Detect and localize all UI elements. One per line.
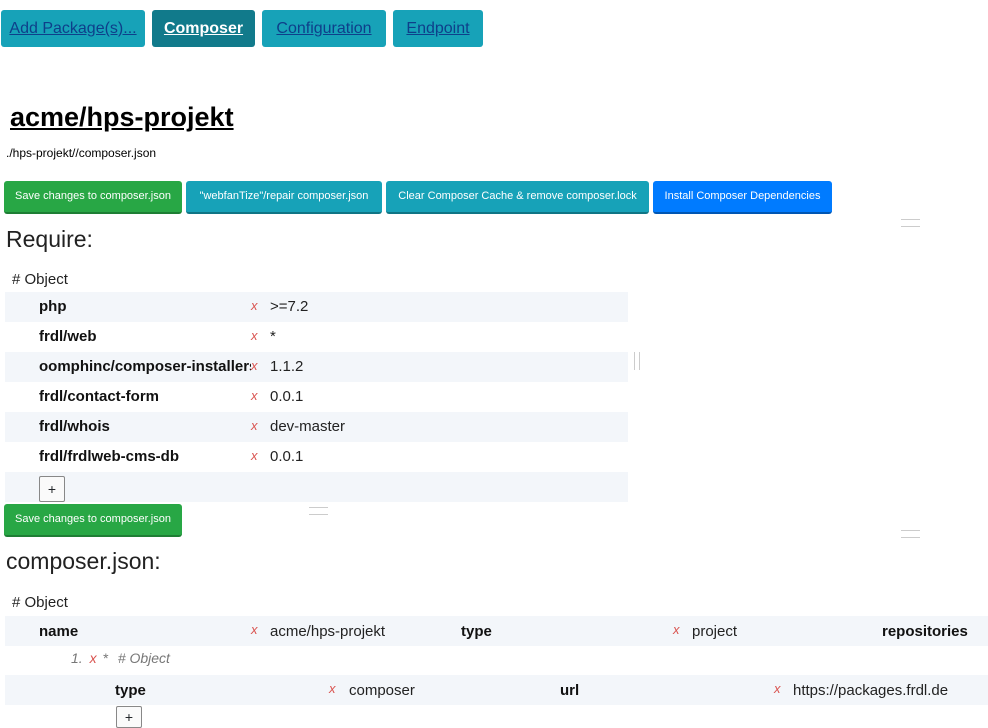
require-heading: Require: [6, 226, 93, 252]
repo-type-value[interactable]: composer [349, 682, 415, 699]
repo-url-key[interactable]: url [560, 682, 579, 699]
tab-add-packages[interactable]: Add Package(s)... [1, 10, 145, 47]
require-row: frdl/frdlweb-cms-db x 0.0.1 [5, 442, 628, 472]
composer-json-heading: composer.json: [6, 548, 161, 574]
remove-icon[interactable]: x [251, 358, 258, 373]
save-composer-button[interactable]: Save changes to composer.json [4, 181, 182, 214]
repair-composer-button[interactable]: "webfanTize"/repair composer.json [186, 181, 382, 214]
require-value[interactable]: dev-master [270, 418, 345, 435]
require-value[interactable]: >=7.2 [270, 298, 308, 315]
require-row: php x >=7.2 [5, 292, 628, 322]
array-star: * [102, 650, 108, 666]
remove-icon[interactable]: x [251, 418, 258, 433]
remove-icon[interactable]: x [251, 448, 258, 463]
require-key[interactable]: frdl/contact-form [39, 388, 251, 405]
clear-cache-button[interactable]: Clear Composer Cache & remove composer.l… [386, 181, 649, 214]
remove-icon[interactable]: x [90, 650, 97, 666]
repository-row: type x composer url x https://packages.f… [5, 675, 988, 705]
repo-url-value[interactable]: https://packages.frdl.de [793, 682, 948, 699]
require-key[interactable]: frdl/frdlweb-cms-db [39, 448, 251, 465]
require-key[interactable]: frdl/web [39, 328, 251, 345]
remove-icon[interactable]: x [673, 622, 680, 637]
add-require-button[interactable]: + [39, 476, 65, 502]
tab-configuration[interactable]: Configuration [262, 10, 386, 47]
name-key[interactable]: name [39, 623, 78, 640]
remove-icon[interactable]: x [251, 622, 258, 637]
array-object-label: # Object [117, 650, 170, 666]
require-key[interactable]: frdl/whois [39, 418, 251, 435]
name-value[interactable]: acme/hps-projekt [270, 623, 385, 640]
remove-icon[interactable]: x [774, 681, 781, 696]
require-value[interactable]: 0.0.1 [270, 448, 303, 465]
require-key[interactable]: php [39, 298, 251, 315]
tab-endpoint[interactable]: Endpoint [393, 10, 483, 47]
add-repository-field-button[interactable]: + [116, 706, 142, 728]
resize-handle[interactable] [901, 219, 920, 227]
composer-json-object-label: # Object [12, 594, 68, 611]
repo-type-key[interactable]: type [115, 682, 146, 699]
require-row: frdl/contact-form x 0.0.1 [5, 382, 628, 412]
type-key[interactable]: type [461, 623, 492, 640]
require-value[interactable]: * [270, 328, 276, 345]
column-resize-handle[interactable] [634, 352, 640, 370]
resize-handle[interactable] [901, 530, 920, 538]
repositories-key[interactable]: repositories [882, 623, 968, 640]
require-key[interactable]: oomphinc/composer-installers [39, 358, 251, 375]
require-value[interactable]: 0.0.1 [270, 388, 303, 405]
project-title[interactable]: acme/hps-projekt [10, 102, 234, 133]
array-item-header: 1. x * # Object [71, 650, 170, 666]
composer-json-row: name x acme/hps-projekt type x project r… [5, 616, 988, 646]
save-require-button[interactable]: Save changes to composer.json [4, 504, 182, 537]
resize-handle[interactable] [309, 507, 328, 515]
require-row: frdl/web x * [5, 322, 628, 352]
require-row: frdl/whois x dev-master [5, 412, 628, 442]
require-value[interactable]: 1.1.2 [270, 358, 303, 375]
remove-icon[interactable]: x [329, 681, 336, 696]
install-dependencies-button[interactable]: Install Composer Dependencies [653, 181, 832, 214]
type-value[interactable]: project [692, 623, 737, 640]
array-index: 1. [71, 650, 83, 666]
remove-icon[interactable]: x [251, 298, 258, 313]
require-row: oomphinc/composer-installers x 1.1.2 [5, 352, 628, 382]
tab-composer[interactable]: Composer [152, 10, 255, 47]
remove-icon[interactable]: x [251, 328, 258, 343]
require-add-row: + [5, 472, 628, 502]
require-object-label: # Object [12, 271, 68, 288]
remove-icon[interactable]: x [251, 388, 258, 403]
composer-file-path: ./hps-projekt//composer.json [6, 146, 157, 160]
